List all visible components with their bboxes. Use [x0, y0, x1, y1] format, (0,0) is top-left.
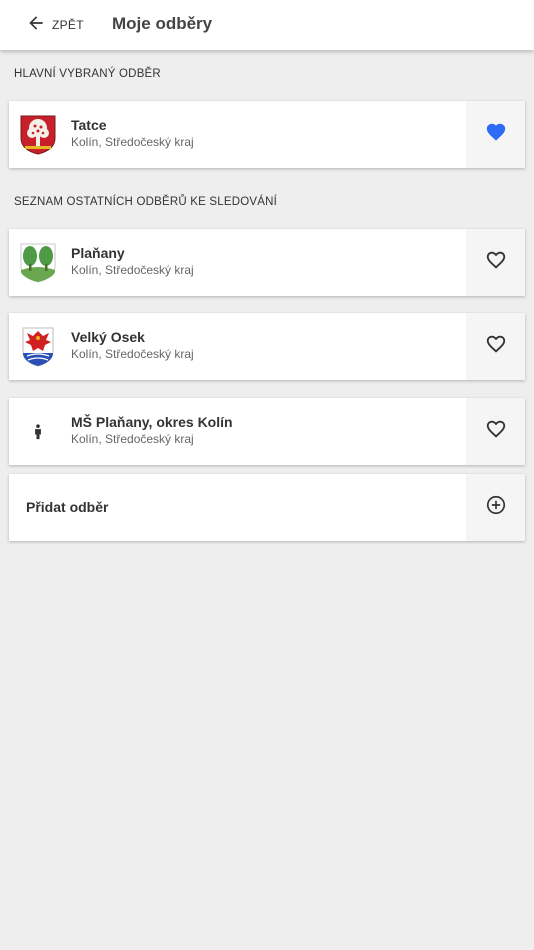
- tatce-coat-of-arms-icon: [19, 114, 57, 155]
- favorite-button[interactable]: [466, 398, 525, 465]
- subscription-location: Kolín, Středočeský kraj: [71, 135, 194, 149]
- heart-outline-icon: [485, 249, 507, 276]
- subscription-location: Kolín, Středočeský kraj: [71, 263, 194, 277]
- add-subscription-button[interactable]: [466, 474, 525, 541]
- subscription-card-tatce[interactable]: Tatce Kolín, Středočeský kraj: [9, 101, 525, 168]
- add-subscription-card[interactable]: Přidat odběr: [9, 474, 525, 541]
- velky-osek-coat-of-arms-icon: [19, 326, 57, 367]
- subscription-name: Velký Osek: [71, 329, 145, 345]
- child-icon: [19, 411, 57, 452]
- top-app-bar: ZPĚT Moje odběry: [0, 0, 534, 50]
- plus-circle-icon: [485, 494, 507, 521]
- favorite-button[interactable]: [466, 313, 525, 380]
- add-subscription-label: Přidat odběr: [26, 499, 109, 515]
- favorite-button[interactable]: [466, 101, 525, 168]
- subscription-name: Plaňany: [71, 245, 125, 261]
- back-button-label: ZPĚT: [52, 18, 84, 32]
- planany-coat-of-arms-icon: [19, 242, 57, 283]
- heart-filled-icon: [485, 121, 507, 148]
- main-section-heading: HLAVNÍ VYBRANÝ ODBĚR: [14, 68, 161, 80]
- other-section-heading: SEZNAM OSTATNÍCH ODBĚRŮ KE SLEDOVÁNÍ: [14, 196, 278, 208]
- subscription-location: Kolín, Středočeský kraj: [71, 347, 194, 361]
- subscription-card-ms-planany[interactable]: MŠ Plaňany, okres Kolín Kolín, Středočes…: [9, 398, 525, 465]
- subscription-card-planany[interactable]: Plaňany Kolín, Středočeský kraj: [9, 229, 525, 296]
- subscription-location: Kolín, Středočeský kraj: [71, 432, 194, 446]
- heart-outline-icon: [485, 333, 507, 360]
- heart-outline-icon: [485, 418, 507, 445]
- subscription-card-velky-osek[interactable]: Velký Osek Kolín, Středočeský kraj: [9, 313, 525, 380]
- subscription-name: Tatce: [71, 117, 107, 133]
- arrow-left-icon: [26, 13, 46, 38]
- page-title: Moje odběry: [112, 14, 213, 33]
- subscription-name: MŠ Plaňany, okres Kolín: [71, 414, 233, 430]
- favorite-button[interactable]: [466, 229, 525, 296]
- back-button[interactable]: ZPĚT: [26, 12, 84, 38]
